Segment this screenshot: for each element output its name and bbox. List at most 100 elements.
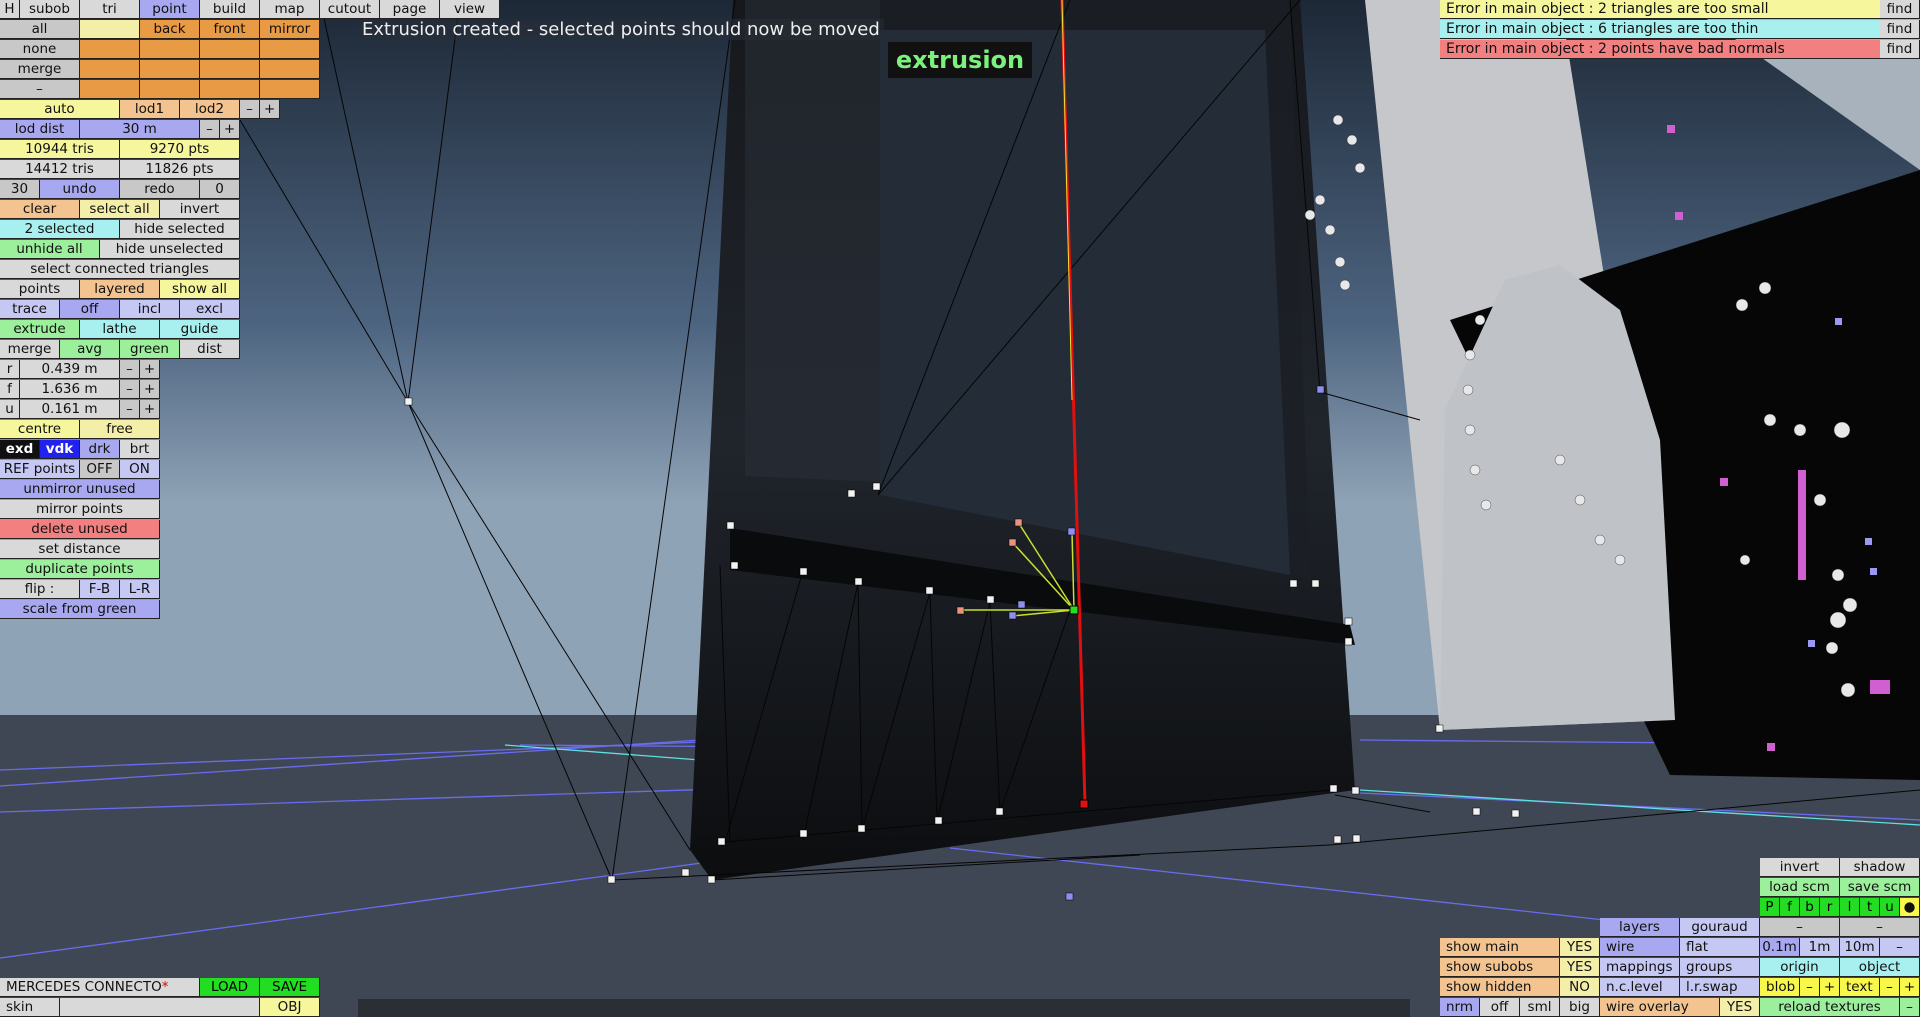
lathe-button[interactable]: lathe	[80, 320, 160, 339]
mirror-points-button[interactable]: mirror points	[0, 500, 160, 519]
3d-viewport[interactable]	[0, 0, 1920, 1017]
blob-minus-button[interactable]: –	[1800, 978, 1820, 997]
groups-button[interactable]: groups	[1680, 958, 1760, 977]
view-cell[interactable]	[200, 80, 260, 99]
error-find-button[interactable]: find	[1880, 20, 1920, 39]
minus-button[interactable]: –	[1760, 918, 1840, 937]
lod-dist-minus-button[interactable]: –	[200, 120, 220, 139]
obj-button[interactable]: OBJ	[260, 998, 320, 1017]
view-merge-button[interactable]: merge	[0, 60, 80, 79]
lod-minus-button[interactable]: –	[240, 100, 260, 119]
menu-cutout[interactable]: cutout	[320, 0, 380, 19]
coord-f-plus-button[interactable]: +	[140, 380, 160, 399]
load-scm-button[interactable]: load scm	[1760, 878, 1840, 897]
select-connected-button[interactable]: select connected triangles	[0, 260, 240, 279]
flag-u-button[interactable]: u	[1880, 898, 1900, 917]
view-mirror-button[interactable]: mirror	[260, 20, 320, 39]
blob-plus-button[interactable]: +	[1820, 978, 1840, 997]
menu-build[interactable]: build	[200, 0, 260, 19]
show-hidden-toggle[interactable]: NO	[1560, 978, 1600, 997]
save-scm-button[interactable]: save scm	[1840, 878, 1920, 897]
lod2-button[interactable]: lod2	[180, 100, 240, 119]
view-cell[interactable]	[80, 80, 140, 99]
free-button[interactable]: free	[80, 420, 160, 439]
dist-button[interactable]: dist	[180, 340, 240, 359]
flip-fb-button[interactable]: F-B	[80, 580, 120, 599]
menu-help[interactable]: H	[0, 0, 20, 19]
dist-1m-button[interactable]: 1m	[1800, 938, 1840, 957]
brt-button[interactable]: brt	[120, 440, 160, 459]
menu-page[interactable]: page	[380, 0, 440, 19]
undo-button[interactable]: undo	[40, 180, 120, 199]
guide-button[interactable]: guide	[160, 320, 240, 339]
menu-subob[interactable]: subob	[20, 0, 80, 19]
reload-textures-button[interactable]: reload textures	[1760, 998, 1900, 1017]
coord-u-minus-button[interactable]: –	[120, 400, 140, 419]
invert-button[interactable]: invert	[1760, 858, 1840, 877]
flip-lr-button[interactable]: L-R	[120, 580, 160, 599]
minus-button[interactable]: –	[1840, 918, 1920, 937]
coord-r-plus-button[interactable]: +	[140, 360, 160, 379]
green-button[interactable]: green	[120, 340, 180, 359]
flag-b-button[interactable]: b	[1800, 898, 1820, 917]
wire-button[interactable]: wire	[1600, 938, 1680, 957]
flat-button[interactable]: flat	[1680, 938, 1760, 957]
sml-button[interactable]: sml	[1520, 998, 1560, 1017]
nc-level-button[interactable]: n.c.level	[1600, 978, 1680, 997]
coord-u-value[interactable]: 0.161 m	[20, 400, 120, 419]
flag-l-button[interactable]: l	[1840, 898, 1860, 917]
redo-button[interactable]: redo	[120, 180, 200, 199]
origin-button[interactable]: origin	[1760, 958, 1840, 977]
flag-dot-button[interactable]: ●	[1900, 898, 1920, 917]
dist-01m-button[interactable]: 0.1m	[1760, 938, 1800, 957]
merge-button[interactable]: merge	[0, 340, 60, 359]
off-button[interactable]: off	[1480, 998, 1520, 1017]
set-distance-button[interactable]: set distance	[0, 540, 160, 559]
duplicate-points-button[interactable]: duplicate points	[0, 560, 160, 579]
delete-unused-button[interactable]: delete unused	[0, 520, 160, 539]
clear-button[interactable]: clear	[0, 200, 80, 219]
big-button[interactable]: big	[1560, 998, 1600, 1017]
trace-excl-button[interactable]: excl	[180, 300, 240, 319]
menu-map[interactable]: map	[260, 0, 320, 19]
view-cell[interactable]	[140, 60, 200, 79]
view-cell[interactable]	[80, 60, 140, 79]
lod-auto-button[interactable]: auto	[0, 100, 120, 119]
coord-f-minus-button[interactable]: –	[120, 380, 140, 399]
trace-off-button[interactable]: off	[60, 300, 120, 319]
error-find-button[interactable]: find	[1880, 0, 1920, 19]
layers-button[interactable]: layers	[1600, 918, 1680, 937]
coord-r-value[interactable]: 0.439 m	[20, 360, 120, 379]
lod-dist-plus-button[interactable]: +	[220, 120, 240, 139]
lod-plus-button[interactable]: +	[260, 100, 280, 119]
centre-button[interactable]: centre	[0, 420, 80, 439]
gouraud-button[interactable]: gouraud	[1680, 918, 1760, 937]
wire-overlay-toggle[interactable]: YES	[1720, 998, 1760, 1017]
menu-point[interactable]: point	[140, 0, 200, 19]
load-button[interactable]: LOAD	[200, 978, 260, 997]
lr-swap-button[interactable]: l.r.swap	[1680, 978, 1760, 997]
menu-view[interactable]: view	[440, 0, 500, 19]
unhide-all-button[interactable]: unhide all	[0, 240, 100, 259]
scale-from-green-button[interactable]: scale from green	[0, 600, 160, 619]
drk-button[interactable]: drk	[80, 440, 120, 459]
lod1-button[interactable]: lod1	[120, 100, 180, 119]
ref-points-on-button[interactable]: ON	[120, 460, 160, 479]
view-none-button[interactable]: none	[0, 40, 80, 59]
flag-r-button[interactable]: r	[1820, 898, 1840, 917]
view-cell[interactable]	[140, 40, 200, 59]
coord-u-plus-button[interactable]: +	[140, 400, 160, 419]
view-cell[interactable]	[260, 40, 320, 59]
coord-f-value[interactable]: 1.636 m	[20, 380, 120, 399]
view-cell[interactable]	[260, 60, 320, 79]
exd-button[interactable]: exd	[0, 440, 40, 459]
view-back-button[interactable]: back	[140, 20, 200, 39]
menu-tri[interactable]: tri	[80, 0, 140, 19]
view-front-button[interactable]: front	[200, 20, 260, 39]
view-cell[interactable]	[80, 40, 140, 59]
object-button[interactable]: object	[1840, 958, 1920, 977]
coord-r-minus-button[interactable]: –	[120, 360, 140, 379]
trace-button[interactable]: trace	[0, 300, 60, 319]
dist-minus-button[interactable]: –	[1880, 938, 1920, 957]
view-blank-button[interactable]	[80, 20, 140, 39]
